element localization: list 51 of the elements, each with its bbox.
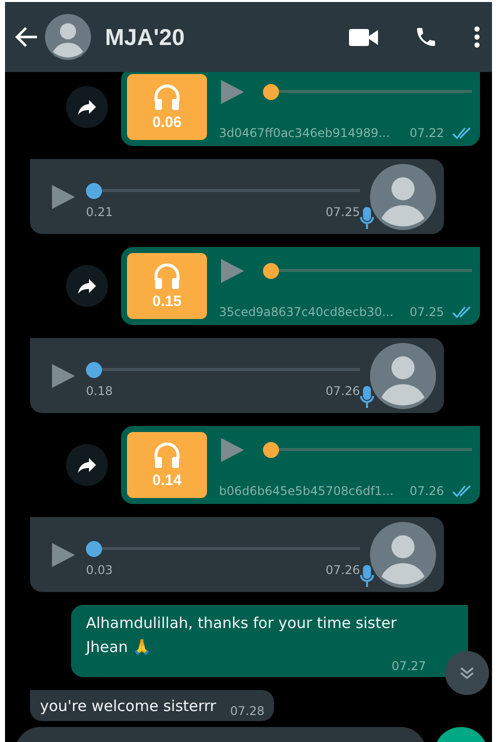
audio-filename: 35ced9a8637c40cd8ecb30... xyxy=(219,305,394,319)
forward-icon xyxy=(77,99,97,115)
progress-thumb[interactable] xyxy=(86,362,102,378)
audio-duration: 0.15 xyxy=(152,293,182,310)
voice-elapsed-time: 0.21 xyxy=(86,205,113,219)
forward-icon xyxy=(77,457,97,473)
message-time: 07.25 xyxy=(410,305,444,319)
forward-button[interactable] xyxy=(66,444,108,486)
message-time: 07.25 xyxy=(326,205,360,219)
play-icon[interactable] xyxy=(50,541,76,569)
double-chevron-down-icon xyxy=(459,666,475,680)
progress-thumb[interactable] xyxy=(86,541,102,557)
message-time: 07.26 xyxy=(326,563,360,577)
phone-icon[interactable] xyxy=(414,25,438,49)
audio-filename: 3d0467ff0ac346eb914989... xyxy=(219,126,391,140)
scroll-down-button[interactable] xyxy=(445,651,489,695)
play-icon[interactable] xyxy=(50,362,76,390)
progress-thumb[interactable] xyxy=(263,263,279,279)
audio-filename: b06d6b645e5b45708c6df1... xyxy=(219,484,395,498)
forward-button[interactable] xyxy=(66,86,108,128)
avatar-icon xyxy=(370,522,436,588)
message-time: 07.27 xyxy=(392,659,426,673)
forward-icon xyxy=(77,278,97,294)
progress-thumb[interactable] xyxy=(263,84,279,100)
voice-elapsed-time: 0.03 xyxy=(86,563,113,577)
contact-name[interactable]: MJA'20 xyxy=(105,24,313,50)
forward-button[interactable] xyxy=(66,265,108,307)
play-icon[interactable] xyxy=(50,183,76,211)
audio-duration: 0.06 xyxy=(152,114,182,131)
progress-thumb[interactable] xyxy=(86,183,102,199)
message-text: you're welcome sisterrr xyxy=(40,696,216,717)
message-time: 07.22 xyxy=(410,126,444,140)
microphone-icon xyxy=(360,206,374,230)
back-arrow-icon[interactable] xyxy=(15,26,39,48)
message-text: Alhamdulillah, thanks for your time sister Jhean 🙏 xyxy=(86,614,397,656)
more-options-icon[interactable] xyxy=(474,26,480,48)
message-time: 07.26 xyxy=(410,484,444,498)
progress-thumb[interactable] xyxy=(263,442,279,458)
video-call-icon[interactable] xyxy=(349,28,378,46)
headphones-icon xyxy=(153,83,181,111)
microphone-icon xyxy=(360,564,374,588)
contact-avatar[interactable] xyxy=(45,14,91,60)
avatar-icon xyxy=(370,343,436,409)
message-time: 07.28 xyxy=(230,704,264,718)
headphones-icon xyxy=(153,262,181,290)
headphones-icon xyxy=(153,441,181,469)
voice-elapsed-time: 0.18 xyxy=(86,384,113,398)
audio-duration: 0.14 xyxy=(152,472,182,489)
microphone-icon xyxy=(360,385,374,409)
avatar-icon xyxy=(370,164,436,230)
message-time: 07.26 xyxy=(326,384,360,398)
